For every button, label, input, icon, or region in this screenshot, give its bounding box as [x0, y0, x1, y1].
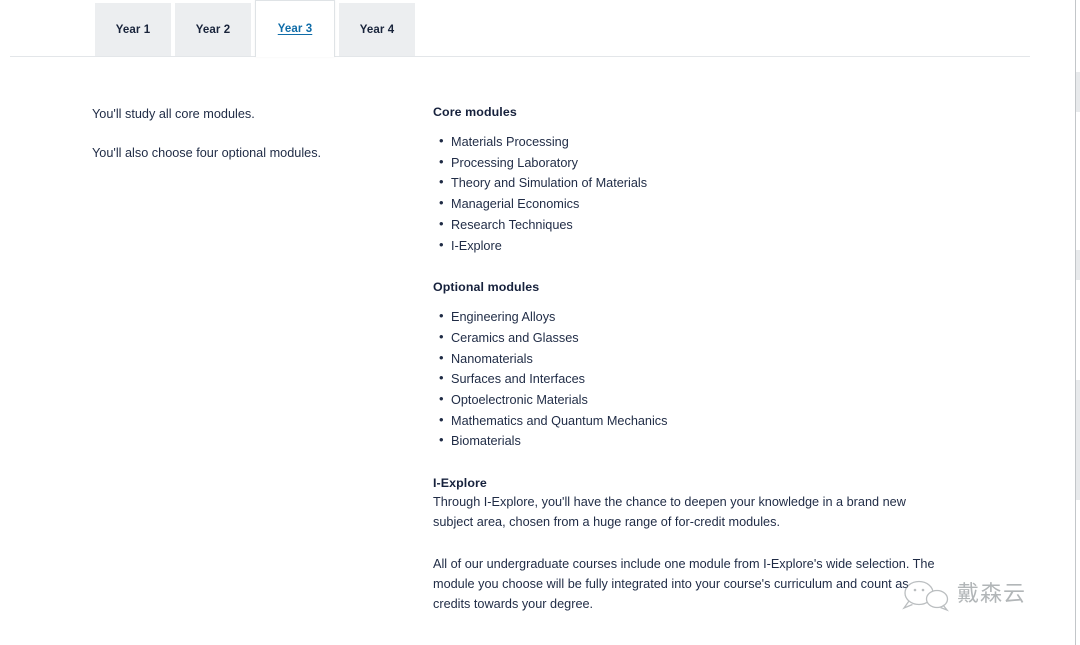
year-tabs-list: Year 1 Year 2 Year 3 Year 4: [95, 0, 419, 57]
list-item: Processing Laboratory: [439, 152, 953, 174]
list-item: Ceramics and Glasses: [439, 327, 953, 349]
iexplore-heading: I-Explore: [433, 476, 487, 491]
iexplore-paragraph-1: Through I-Explore, you'll have the chanc…: [433, 495, 906, 530]
optional-modules-heading: Optional modules: [433, 280, 540, 295]
list-item: Biomaterials: [439, 430, 953, 452]
list-item: Engineering Alloys: [439, 306, 953, 328]
tab-year-2-label: Year 2: [195, 24, 231, 36]
tab-year-2[interactable]: Year 2: [175, 3, 251, 57]
modules-column: Core modules Materials Processing Proces…: [433, 105, 953, 631]
tab-year-3[interactable]: Year 3: [255, 0, 335, 57]
optional-modules-list: Engineering Alloys Ceramics and Glasses …: [433, 306, 953, 452]
list-item: Mathematics and Quantum Mechanics: [439, 410, 953, 432]
summary-paragraph-optional: You'll also choose four optional modules…: [92, 146, 322, 161]
list-item: Materials Processing: [439, 131, 953, 153]
tab-year-4-label: Year 4: [359, 24, 395, 36]
list-item: Research Techniques: [439, 214, 953, 236]
list-item: Managerial Economics: [439, 193, 953, 215]
iexplore-paragraph-2: All of our undergraduate courses include…: [433, 556, 935, 611]
tab-year-1[interactable]: Year 1: [95, 3, 171, 57]
list-item: Theory and Simulation of Materials: [439, 172, 953, 194]
year-tabs-bar: Year 1 Year 2 Year 3 Year 4: [0, 0, 1080, 57]
core-modules-list: Materials Processing Processing Laborato…: [433, 131, 953, 257]
edge-artifact: [1076, 250, 1080, 280]
list-item: I-Explore: [439, 235, 953, 257]
tab-year-3-label: Year 3: [277, 23, 313, 35]
list-item: Nanomaterials: [439, 348, 953, 370]
summary-paragraph-core: You'll study all core modules.: [92, 107, 255, 121]
tab-year-1-label: Year 1: [115, 24, 151, 36]
watermark-text: 戴森云: [957, 582, 1027, 607]
tab-year-4[interactable]: Year 4: [339, 3, 415, 57]
edge-artifact: [1076, 72, 1080, 112]
tabs-divider-rule: [10, 56, 1030, 57]
summary-column: You'll study all core modules. You'll al…: [92, 105, 392, 184]
core-modules-heading: Core modules: [433, 105, 517, 119]
list-item: Surfaces and Interfaces: [439, 368, 953, 390]
list-item: Optoelectronic Materials: [439, 389, 953, 411]
edge-artifact: [1076, 380, 1080, 500]
